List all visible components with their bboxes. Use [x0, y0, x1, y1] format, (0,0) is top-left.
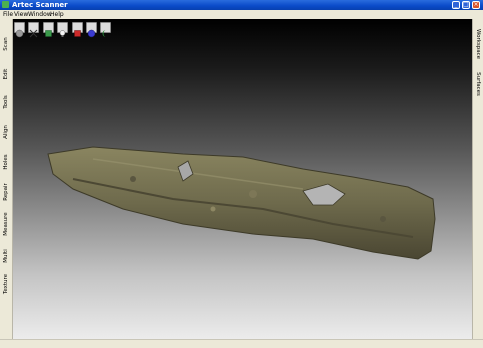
menu-window[interactable]: Window [28, 10, 52, 19]
right-panel: Workspace Surfaces [472, 19, 483, 339]
tab-label: Texture [3, 273, 9, 295]
maximize-button[interactable]: □ [462, 1, 470, 9]
tab-label: Multi [3, 249, 9, 263]
minimize-button[interactable]: _ [452, 1, 460, 9]
menu-file[interactable]: File [3, 10, 13, 19]
tab-label: Tools [3, 95, 9, 109]
tab-label: Workspace [475, 28, 481, 60]
scanned-object-model[interactable] [13, 19, 472, 339]
3d-viewport[interactable] [13, 19, 472, 339]
left-tool-panel: Scan Edit Tools Align Holes Repair Measu… [0, 19, 13, 339]
app-icon [2, 1, 9, 8]
tab-label: Measure [3, 212, 9, 236]
tab-label: Surfaces [475, 72, 481, 96]
tab-label: Scan [3, 37, 9, 51]
menu-bar: File View Window Help [0, 10, 483, 19]
menu-view[interactable]: View [14, 10, 28, 19]
tab-label: Align [3, 125, 9, 139]
close-button[interactable]: × [472, 1, 480, 9]
window-title: Artec Scanner [12, 1, 68, 9]
menu-help[interactable]: Help [50, 10, 64, 19]
tab-label: Repair [3, 183, 9, 201]
tab-label: Edit [3, 68, 9, 80]
title-bar: Artec Scanner _ □ × [0, 0, 483, 10]
tab-label: Holes [3, 154, 9, 170]
